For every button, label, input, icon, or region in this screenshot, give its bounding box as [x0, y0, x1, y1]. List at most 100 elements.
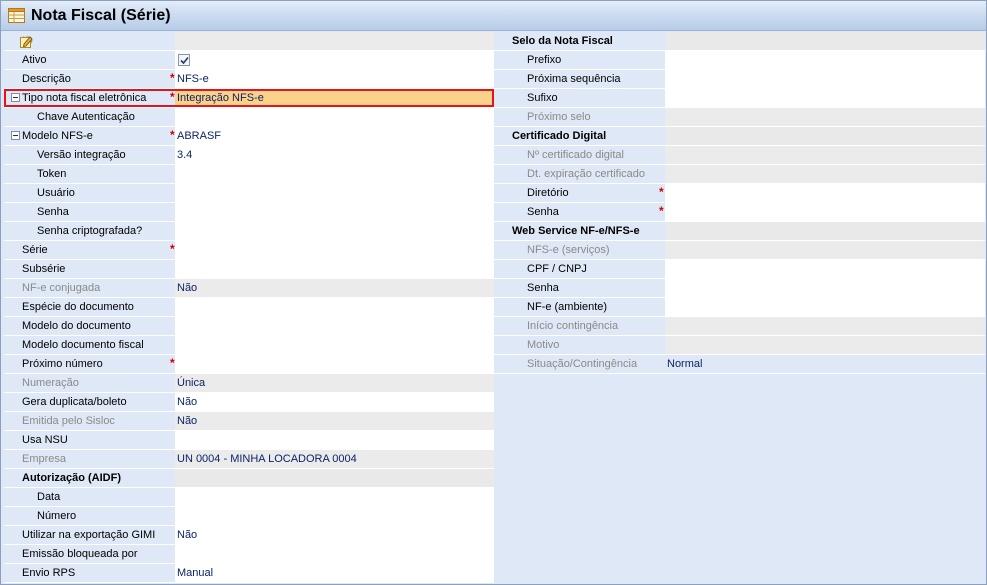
left-row-envio-rps[interactable]: Envio RPS Manual	[4, 564, 494, 583]
left-value-proximo-numero[interactable]	[175, 355, 494, 373]
left-row-serie[interactable]: Série *	[4, 241, 494, 260]
left-row-usuario[interactable]: Usuário	[4, 184, 494, 203]
left-value-envio-rps[interactable]: Manual	[175, 564, 494, 582]
right-value-proximo-selo	[665, 108, 985, 126]
field-label: Data	[37, 491, 61, 503]
right-row-sufixo[interactable]: Sufixo	[494, 89, 985, 108]
left-row-senha[interactable]: Senha	[4, 203, 494, 222]
left-row-token[interactable]: Token	[4, 165, 494, 184]
field-label: Próximo número	[22, 358, 103, 370]
field-label: Sufixo	[527, 92, 558, 104]
right-value-cpf-cnpj[interactable]	[665, 260, 985, 278]
left-row-modelo-documento-fiscal[interactable]: Modelo documento fiscal	[4, 336, 494, 355]
field-label: Senha criptografada?	[37, 225, 143, 237]
left-row-ativo[interactable]: Ativo	[4, 51, 494, 70]
left-row-autorizacao-aidf: Autorização (AIDF)	[4, 469, 494, 488]
right-value-sufixo[interactable]	[665, 89, 985, 107]
field-label: Prefixo	[527, 54, 562, 66]
field-label: Empresa	[22, 453, 67, 465]
left-value-autorizacao-aidf	[175, 469, 494, 487]
left-value-id	[175, 32, 494, 50]
left-value-versao-integracao[interactable]: 3.4	[175, 146, 494, 164]
collapse-toggle-icon[interactable]	[11, 93, 20, 102]
right-row-prefixo[interactable]: Prefixo	[494, 51, 985, 70]
right-row-nf-e-ambiente[interactable]: NF-e (ambiente)	[494, 298, 985, 317]
right-value-n-certificado-digital	[665, 146, 985, 164]
nota-fiscal-serie-window: Nota Fiscal (Série) IDAtivoDescrição*NFS…	[0, 0, 987, 585]
left-value-usa-nsu[interactable]	[175, 431, 494, 449]
left-row-subserie[interactable]: Subsérie	[4, 260, 494, 279]
left-value-data[interactable]	[175, 488, 494, 506]
left-row-usa-nsu[interactable]: Usa NSU	[4, 431, 494, 450]
field-label: Início contingência	[527, 320, 619, 332]
field-value-text: UN 0004 - MINHA LOCADORA 0004	[177, 453, 357, 465]
right-row-cpf-cnpj[interactable]: CPF / CNPJ	[494, 260, 985, 279]
left-row-utilizar-na-exportacao-gimi[interactable]: Utilizar na exportação GIMI Não	[4, 526, 494, 545]
field-value-text: NFS-e	[177, 73, 209, 85]
right-row-senha[interactable]: Senha *	[494, 203, 985, 222]
left-value-subserie[interactable]	[175, 260, 494, 278]
right-row-proxima-sequencia[interactable]: Próxima sequência	[494, 70, 985, 89]
required-marker: *	[659, 204, 664, 218]
left-value-tipo-nota-fiscal-eletronica[interactable]: Integração NFS-e	[175, 89, 494, 107]
right-row-certificado-digital: Certificado Digital	[494, 127, 985, 146]
left-row-numero[interactable]: Número	[4, 507, 494, 526]
right-value-proxima-sequencia[interactable]	[665, 70, 985, 88]
left-value-modelo-nfs-e[interactable]: ABRASF	[175, 127, 494, 145]
left-value-chave-autenticacao[interactable]	[175, 108, 494, 126]
left-value-gera-duplicata-boleto[interactable]: Não	[175, 393, 494, 411]
left-value-serie[interactable]	[175, 241, 494, 259]
left-row-emissao-bloqueada-por[interactable]: Emissão bloqueada por	[4, 545, 494, 564]
left-value-senha[interactable]	[175, 203, 494, 221]
left-row-versao-integracao[interactable]: Versão integração 3.4	[4, 146, 494, 165]
left-value-emissao-bloqueada-por[interactable]	[175, 545, 494, 563]
field-label: Série	[22, 244, 48, 256]
left-value-senha-criptografada[interactable]	[175, 222, 494, 240]
required-marker: *	[170, 90, 175, 104]
left-value-numero[interactable]	[175, 507, 494, 525]
right-row-inicio-contingencia: Início contingência	[494, 317, 985, 336]
right-row-dt-expiracao-certificado: Dt. expiração certificado	[494, 165, 985, 184]
left-row-senha-criptografada[interactable]: Senha criptografada?	[4, 222, 494, 241]
right-row-senha[interactable]: Senha	[494, 279, 985, 298]
field-label: NFS-e (serviços)	[527, 244, 610, 256]
left-value-especie-do-documento[interactable]	[175, 298, 494, 316]
field-value-text: Integração NFS-e	[177, 92, 264, 104]
left-row-proximo-numero[interactable]: Próximo número *	[4, 355, 494, 374]
left-row-data[interactable]: Data	[4, 488, 494, 507]
right-value-nf-e-ambiente[interactable]	[665, 298, 985, 316]
left-value-descricao[interactable]: NFS-e	[175, 70, 494, 88]
right-row-motivo: Motivo	[494, 336, 985, 355]
left-row-gera-duplicata-boleto[interactable]: Gera duplicata/boleto Não	[4, 393, 494, 412]
left-row-descricao[interactable]: Descrição * NFS-e	[4, 70, 494, 89]
left-row-modelo-nfs-e[interactable]: Modelo NFS-e * ABRASF	[4, 127, 494, 146]
right-row-diretorio[interactable]: Diretório *	[494, 184, 985, 203]
left-value-utilizar-na-exportacao-gimi[interactable]: Não	[175, 526, 494, 544]
left-row-especie-do-documento[interactable]: Espécie do documento	[4, 298, 494, 317]
field-value-text: 3.4	[177, 149, 193, 161]
left-row-tipo-nota-fiscal-eletronica[interactable]: Tipo nota fiscal eletrônica * Integração N…	[4, 89, 494, 108]
right-value-diretorio[interactable]	[665, 184, 985, 202]
field-label: Motivo	[527, 339, 560, 351]
left-value-usuario[interactable]	[175, 184, 494, 202]
left-value-modelo-do-documento[interactable]	[175, 317, 494, 335]
collapse-toggle-icon[interactable]	[11, 131, 20, 140]
field-label: Emitida pelo Sisloc	[22, 415, 115, 427]
left-value-token[interactable]	[175, 165, 494, 183]
right-value-nfs-e-servicos	[665, 241, 985, 259]
field-label: Próxima sequência	[527, 73, 621, 85]
field-label: Diretório	[527, 187, 569, 199]
left-value-modelo-documento-fiscal[interactable]	[175, 336, 494, 354]
field-label: Usuário	[37, 187, 75, 199]
right-value-senha[interactable]	[665, 279, 985, 297]
right-value-motivo	[665, 336, 985, 354]
left-row-chave-autenticacao[interactable]: Chave Autenticação	[4, 108, 494, 127]
right-value-senha[interactable]	[665, 203, 985, 221]
required-marker: *	[659, 185, 664, 199]
left-value-ativo[interactable]	[175, 51, 494, 69]
right-row-web-service-nf-e-nfs-e: Web Service NF-e/NFS-e	[494, 222, 985, 241]
field-label: Modelo NFS-e	[22, 130, 93, 142]
left-row-modelo-do-documento[interactable]: Modelo do documento	[4, 317, 494, 336]
ativo-checkbox[interactable]	[178, 54, 190, 66]
right-value-prefixo[interactable]	[665, 51, 985, 69]
